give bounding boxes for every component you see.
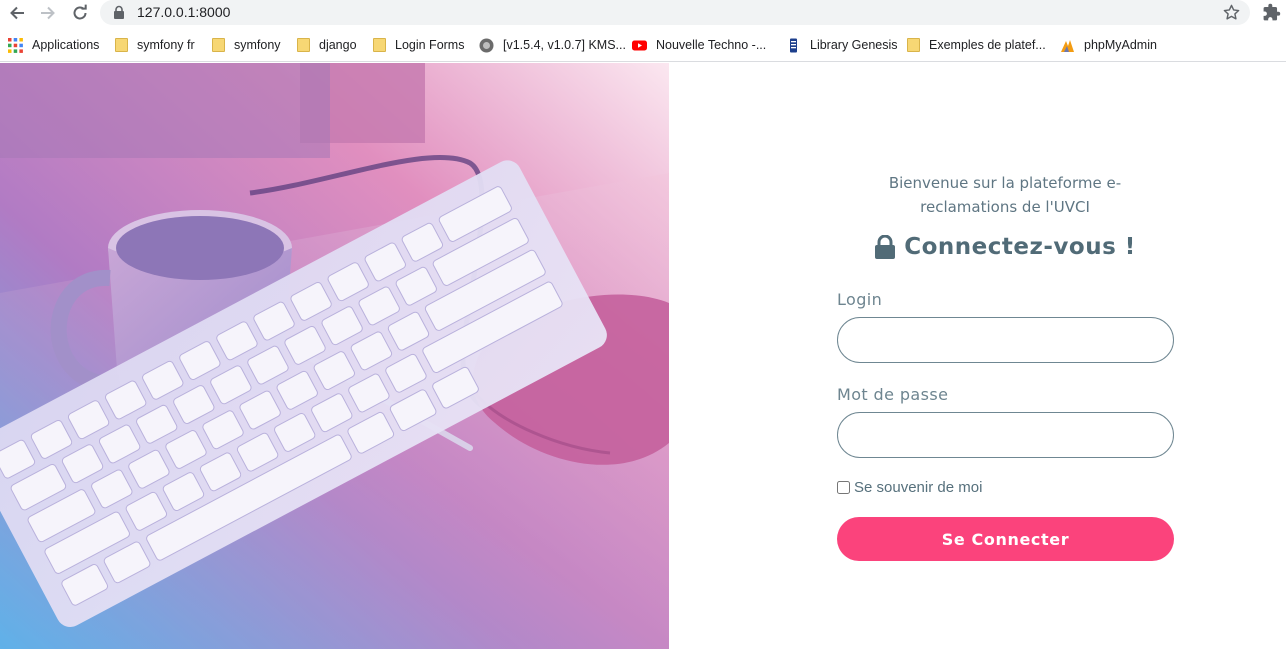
- forward-button[interactable]: [35, 0, 61, 26]
- folder-icon: [115, 38, 128, 52]
- bookmark-star-icon[interactable]: [1222, 3, 1241, 22]
- bookmark-django[interactable]: django: [297, 36, 357, 54]
- desk-keyboard-illustration: [0, 63, 669, 649]
- address-bar[interactable]: 127.0.0.1:8000: [100, 0, 1250, 25]
- folder-icon: [297, 38, 310, 52]
- login-submit-button[interactable]: Se Connecter: [837, 517, 1174, 561]
- bookmark-kms[interactable]: [v1.5.4, v1.0.7] KMS...: [479, 36, 626, 54]
- bookmark-login-forms[interactable]: Login Forms: [373, 36, 464, 54]
- bookmark-label: symfony: [234, 38, 281, 52]
- password-input[interactable]: [837, 412, 1174, 458]
- bookmark-label: phpMyAdmin: [1084, 38, 1157, 52]
- remember-label: Se souvenir de moi: [854, 479, 983, 496]
- bookmark-nouvelle-techno[interactable]: Nouvelle Techno -...: [632, 36, 766, 54]
- bookmark-phpmyadmin[interactable]: phpMyAdmin: [1060, 36, 1157, 54]
- back-button[interactable]: [4, 0, 30, 26]
- bookmark-label: Login Forms: [395, 38, 465, 52]
- browser-toolbar: 127.0.0.1:8000: [0, 0, 1286, 27]
- puzzle-extension-icon[interactable]: [1262, 3, 1281, 22]
- padlock-icon: [875, 235, 896, 259]
- youtube-icon: [632, 40, 647, 50]
- bookmark-symfony-fr[interactable]: symfony fr: [115, 36, 195, 54]
- login-label: Login: [837, 290, 883, 309]
- arrow-right-icon: [41, 6, 55, 20]
- bookmark-label: Nouvelle Techno -...: [656, 38, 767, 52]
- folder-icon: [373, 38, 386, 52]
- reload-icon: [73, 4, 87, 20]
- folder-icon: [907, 38, 920, 52]
- phpmyadmin-icon: [1061, 39, 1074, 52]
- login-panel: Bienvenue sur la plateforme e-reclamatio…: [669, 63, 1286, 649]
- bookmark-exemples[interactable]: Exemples de platef...: [907, 36, 1046, 54]
- bookmark-label: symfony fr: [137, 38, 195, 52]
- bookmark-symfony[interactable]: symfony: [212, 36, 281, 54]
- bookmark-label: Exemples de platef...: [929, 38, 1046, 52]
- bookmarks-bar: Applications symfony fr symfony django L…: [0, 27, 1286, 62]
- login-title: Connectez-vous !: [839, 234, 1171, 260]
- bookmark-library-genesis[interactable]: Library Genesis: [786, 36, 898, 54]
- bookmark-label: django: [319, 38, 357, 52]
- bookmark-label: Library Genesis: [810, 38, 898, 52]
- bookmark-label: [v1.5.4, v1.0.7] KMS...: [503, 38, 626, 52]
- hero-image: [0, 63, 669, 649]
- site-favicon: [479, 38, 494, 52]
- password-label: Mot de passe: [837, 385, 949, 404]
- arrow-left-icon: [10, 6, 24, 20]
- apps-grid-icon: [8, 37, 23, 53]
- library-favicon: [790, 38, 797, 52]
- remember-me[interactable]: Se souvenir de moi: [837, 479, 982, 496]
- login-title-text: Connectez-vous !: [904, 234, 1136, 260]
- remember-checkbox[interactable]: [837, 481, 850, 494]
- login-input[interactable]: [837, 317, 1174, 363]
- folder-icon: [212, 38, 225, 52]
- welcome-text: Bienvenue sur la plateforme e-reclamatio…: [888, 174, 1122, 216]
- lock-icon: [114, 5, 124, 19]
- url-text: 127.0.0.1:8000: [137, 4, 231, 20]
- bookmark-applications[interactable]: Applications: [8, 36, 99, 54]
- reload-button[interactable]: [67, 0, 93, 26]
- bookmark-label: Applications: [32, 38, 100, 52]
